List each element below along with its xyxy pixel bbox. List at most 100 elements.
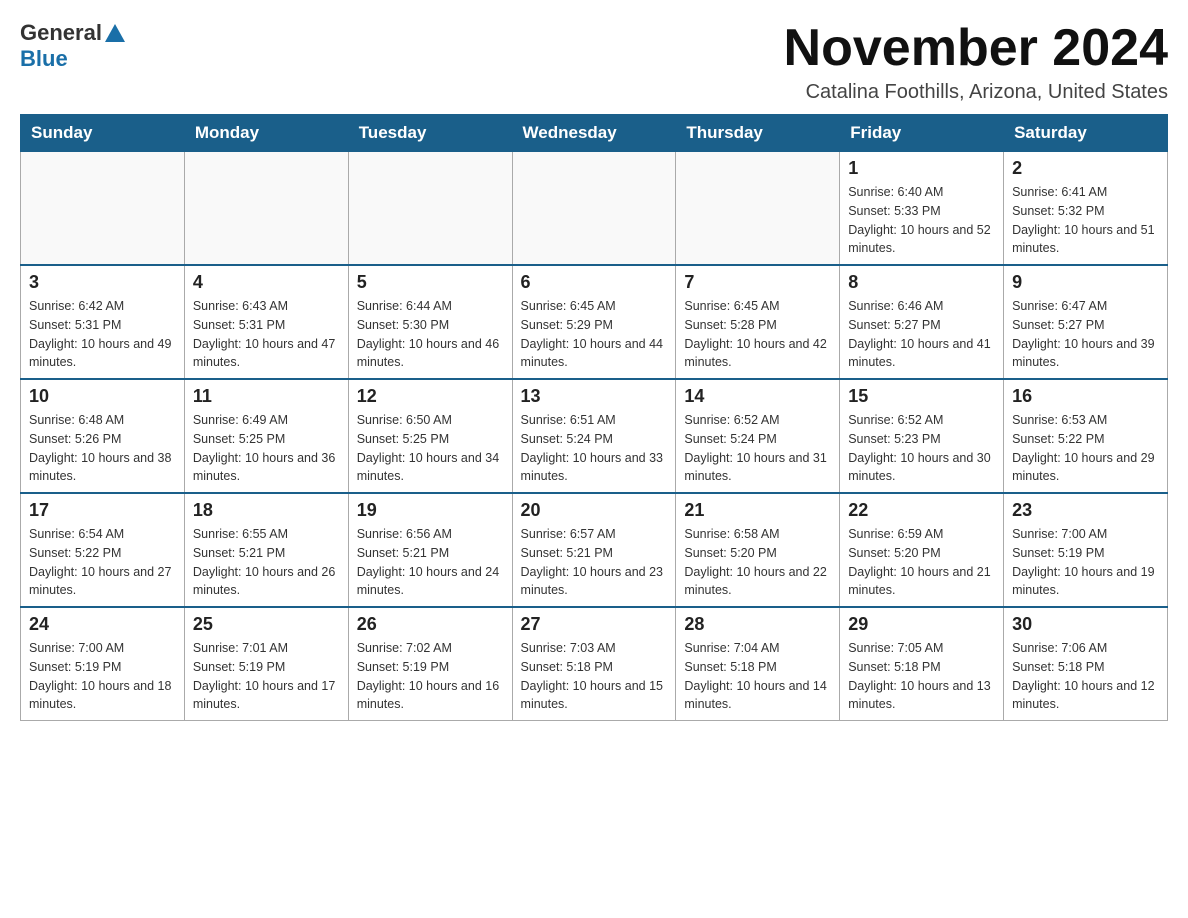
day-number: 2 <box>1012 158 1159 179</box>
day-info: Sunrise: 6:59 AMSunset: 5:20 PMDaylight:… <box>848 525 995 600</box>
day-number: 25 <box>193 614 340 635</box>
day-info: Sunrise: 7:03 AMSunset: 5:18 PMDaylight:… <box>521 639 668 714</box>
day-number: 11 <box>193 386 340 407</box>
day-number: 10 <box>29 386 176 407</box>
calendar-table: SundayMondayTuesdayWednesdayThursdayFrid… <box>20 114 1168 721</box>
day-number: 16 <box>1012 386 1159 407</box>
day-number: 6 <box>521 272 668 293</box>
day-number: 24 <box>29 614 176 635</box>
calendar-cell: 23 Sunrise: 7:00 AMSunset: 5:19 PMDayligh… <box>1004 493 1168 607</box>
calendar-cell: 20 Sunrise: 6:57 AMSunset: 5:21 PMDayligh… <box>512 493 676 607</box>
day-number: 12 <box>357 386 504 407</box>
page-header: General Blue November 2024 Catalina Foot… <box>20 20 1168 104</box>
day-number: 14 <box>684 386 831 407</box>
day-number: 9 <box>1012 272 1159 293</box>
calendar-cell: 26 Sunrise: 7:02 AMSunset: 5:19 PMDayligh… <box>348 607 512 721</box>
logo-blue-text: Blue <box>20 46 68 72</box>
day-info: Sunrise: 6:45 AMSunset: 5:29 PMDaylight:… <box>521 297 668 372</box>
day-info: Sunrise: 6:54 AMSunset: 5:22 PMDaylight:… <box>29 525 176 600</box>
calendar-cell: 1 Sunrise: 6:40 AMSunset: 5:33 PMDaylight… <box>840 152 1004 266</box>
day-number: 18 <box>193 500 340 521</box>
day-number: 1 <box>848 158 995 179</box>
day-info: Sunrise: 7:05 AMSunset: 5:18 PMDaylight:… <box>848 639 995 714</box>
calendar-cell: 8 Sunrise: 6:46 AMSunset: 5:27 PMDaylight… <box>840 265 1004 379</box>
day-number: 23 <box>1012 500 1159 521</box>
calendar-cell: 14 Sunrise: 6:52 AMSunset: 5:24 PMDayligh… <box>676 379 840 493</box>
day-header-monday: Monday <box>184 115 348 152</box>
calendar-week-5: 24 Sunrise: 7:00 AMSunset: 5:19 PMDayligh… <box>21 607 1168 721</box>
day-header-sunday: Sunday <box>21 115 185 152</box>
day-info: Sunrise: 6:41 AMSunset: 5:32 PMDaylight:… <box>1012 183 1159 258</box>
day-info: Sunrise: 6:57 AMSunset: 5:21 PMDaylight:… <box>521 525 668 600</box>
calendar-cell <box>184 152 348 266</box>
day-header-saturday: Saturday <box>1004 115 1168 152</box>
day-header-thursday: Thursday <box>676 115 840 152</box>
calendar-cell: 22 Sunrise: 6:59 AMSunset: 5:20 PMDayligh… <box>840 493 1004 607</box>
day-info: Sunrise: 7:02 AMSunset: 5:19 PMDaylight:… <box>357 639 504 714</box>
day-number: 7 <box>684 272 831 293</box>
day-info: Sunrise: 6:47 AMSunset: 5:27 PMDaylight:… <box>1012 297 1159 372</box>
day-info: Sunrise: 6:45 AMSunset: 5:28 PMDaylight:… <box>684 297 831 372</box>
day-info: Sunrise: 6:48 AMSunset: 5:26 PMDaylight:… <box>29 411 176 486</box>
day-number: 15 <box>848 386 995 407</box>
calendar-cell <box>21 152 185 266</box>
day-number: 17 <box>29 500 176 521</box>
day-number: 26 <box>357 614 504 635</box>
calendar-cell: 5Sunrise: 6:44 AMSunset: 5:30 PMDaylight… <box>348 265 512 379</box>
calendar-week-2: 3 Sunrise: 6:42 AMSunset: 5:31 PMDaylight… <box>21 265 1168 379</box>
day-number: 28 <box>684 614 831 635</box>
day-info: Sunrise: 6:52 AMSunset: 5:23 PMDaylight:… <box>848 411 995 486</box>
day-info: Sunrise: 6:56 AMSunset: 5:21 PMDaylight:… <box>357 525 504 600</box>
calendar-cell: 27Sunrise: 7:03 AMSunset: 5:18 PMDayligh… <box>512 607 676 721</box>
day-number: 22 <box>848 500 995 521</box>
calendar-cell: 19 Sunrise: 6:56 AMSunset: 5:21 PMDayligh… <box>348 493 512 607</box>
calendar-week-1: 1 Sunrise: 6:40 AMSunset: 5:33 PMDaylight… <box>21 152 1168 266</box>
day-info: Sunrise: 6:52 AMSunset: 5:24 PMDaylight:… <box>684 411 831 486</box>
day-number: 21 <box>684 500 831 521</box>
day-number: 20 <box>521 500 668 521</box>
calendar-cell: 30Sunrise: 7:06 AMSunset: 5:18 PMDayligh… <box>1004 607 1168 721</box>
day-header-wednesday: Wednesday <box>512 115 676 152</box>
calendar-week-3: 10 Sunrise: 6:48 AMSunset: 5:26 PMDayligh… <box>21 379 1168 493</box>
calendar-cell: 3 Sunrise: 6:42 AMSunset: 5:31 PMDaylight… <box>21 265 185 379</box>
day-info: Sunrise: 6:51 AMSunset: 5:24 PMDaylight:… <box>521 411 668 486</box>
calendar-cell: 18 Sunrise: 6:55 AMSunset: 5:21 PMDayligh… <box>184 493 348 607</box>
day-info: Sunrise: 7:06 AMSunset: 5:18 PMDaylight:… <box>1012 639 1159 714</box>
day-number: 8 <box>848 272 995 293</box>
day-number: 13 <box>521 386 668 407</box>
day-info: Sunrise: 6:55 AMSunset: 5:21 PMDaylight:… <box>193 525 340 600</box>
calendar-cell: 21Sunrise: 6:58 AMSunset: 5:20 PMDayligh… <box>676 493 840 607</box>
day-info: Sunrise: 6:50 AMSunset: 5:25 PMDaylight:… <box>357 411 504 486</box>
day-info: Sunrise: 6:44 AMSunset: 5:30 PMDaylight:… <box>357 297 504 372</box>
calendar-cell <box>676 152 840 266</box>
logo: General Blue <box>20 20 127 72</box>
calendar-cell: 12 Sunrise: 6:50 AMSunset: 5:25 PMDayligh… <box>348 379 512 493</box>
day-info: Sunrise: 6:49 AMSunset: 5:25 PMDaylight:… <box>193 411 340 486</box>
day-info: Sunrise: 7:00 AMSunset: 5:19 PMDaylight:… <box>29 639 176 714</box>
calendar-cell: 4 Sunrise: 6:43 AMSunset: 5:31 PMDaylight… <box>184 265 348 379</box>
calendar-cell: 17 Sunrise: 6:54 AMSunset: 5:22 PMDayligh… <box>21 493 185 607</box>
calendar-cell <box>512 152 676 266</box>
day-info: Sunrise: 6:53 AMSunset: 5:22 PMDaylight:… <box>1012 411 1159 486</box>
day-number: 3 <box>29 272 176 293</box>
title-block: November 2024 Catalina Foothills, Arizon… <box>784 20 1168 104</box>
calendar-cell: 6 Sunrise: 6:45 AMSunset: 5:29 PMDaylight… <box>512 265 676 379</box>
calendar-cell: 29Sunrise: 7:05 AMSunset: 5:18 PMDayligh… <box>840 607 1004 721</box>
calendar-cell: 15 Sunrise: 6:52 AMSunset: 5:23 PMDayligh… <box>840 379 1004 493</box>
day-info: Sunrise: 7:01 AMSunset: 5:19 PMDaylight:… <box>193 639 340 714</box>
day-header-friday: Friday <box>840 115 1004 152</box>
calendar-cell: 10 Sunrise: 6:48 AMSunset: 5:26 PMDayligh… <box>21 379 185 493</box>
day-number: 4 <box>193 272 340 293</box>
day-info: Sunrise: 7:00 AMSunset: 5:19 PMDaylight:… <box>1012 525 1159 600</box>
day-info: Sunrise: 6:40 AMSunset: 5:33 PMDaylight:… <box>848 183 995 258</box>
day-info: Sunrise: 7:04 AMSunset: 5:18 PMDaylight:… <box>684 639 831 714</box>
calendar-cell: 16 Sunrise: 6:53 AMSunset: 5:22 PMDayligh… <box>1004 379 1168 493</box>
logo-general-text: General <box>20 20 102 46</box>
calendar-cell: 25 Sunrise: 7:01 AMSunset: 5:19 PMDayligh… <box>184 607 348 721</box>
calendar-header-row: SundayMondayTuesdayWednesdayThursdayFrid… <box>21 115 1168 152</box>
day-info: Sunrise: 6:43 AMSunset: 5:31 PMDaylight:… <box>193 297 340 372</box>
day-info: Sunrise: 6:46 AMSunset: 5:27 PMDaylight:… <box>848 297 995 372</box>
day-info: Sunrise: 6:42 AMSunset: 5:31 PMDaylight:… <box>29 297 176 372</box>
calendar-cell: 24 Sunrise: 7:00 AMSunset: 5:19 PMDayligh… <box>21 607 185 721</box>
day-number: 19 <box>357 500 504 521</box>
